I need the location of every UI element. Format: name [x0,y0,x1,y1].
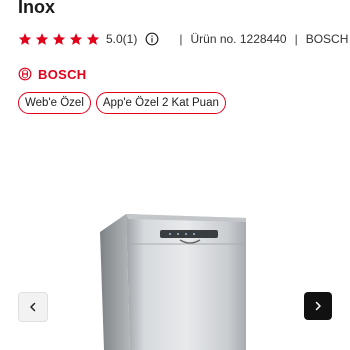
bosch-logo-icon [18,67,32,81]
separator: | [179,32,183,46]
rating-value[interactable]: 5.0(1) [106,32,137,46]
brand-name[interactable]: BOSCH [306,32,349,46]
star-icon [86,33,100,45]
chevron-left-icon [30,302,36,312]
badge-app-exclusive[interactable]: App'e Özel 2 Kat Puan [95,92,226,114]
rating-row: 5.0(1) | Ürün no. 1228440 | BOSCH [18,30,348,48]
star-icon [52,33,66,45]
product-title: Inox [18,0,56,17]
star-icon [69,33,83,45]
star-icon [35,33,49,45]
brand-logo[interactable]: BOSCH [18,66,86,82]
badge-web-exclusive[interactable]: Web'e Özel [18,92,91,114]
separator: | [294,32,298,46]
product-number: Ürün no. 1228440 [190,32,287,46]
star-rating[interactable] [18,32,100,46]
badge-list: Web'e Özel App'e Özel 2 Kat Puan [18,92,226,114]
info-icon[interactable] [145,32,159,46]
product-gallery [0,190,350,350]
gallery-prev-button[interactable] [18,292,48,322]
chevron-right-icon [315,301,321,311]
brand-logo-text: BOSCH [38,66,87,82]
product-image[interactable] [100,210,252,350]
star-icon [18,33,32,45]
gallery-next-button[interactable] [304,292,332,320]
